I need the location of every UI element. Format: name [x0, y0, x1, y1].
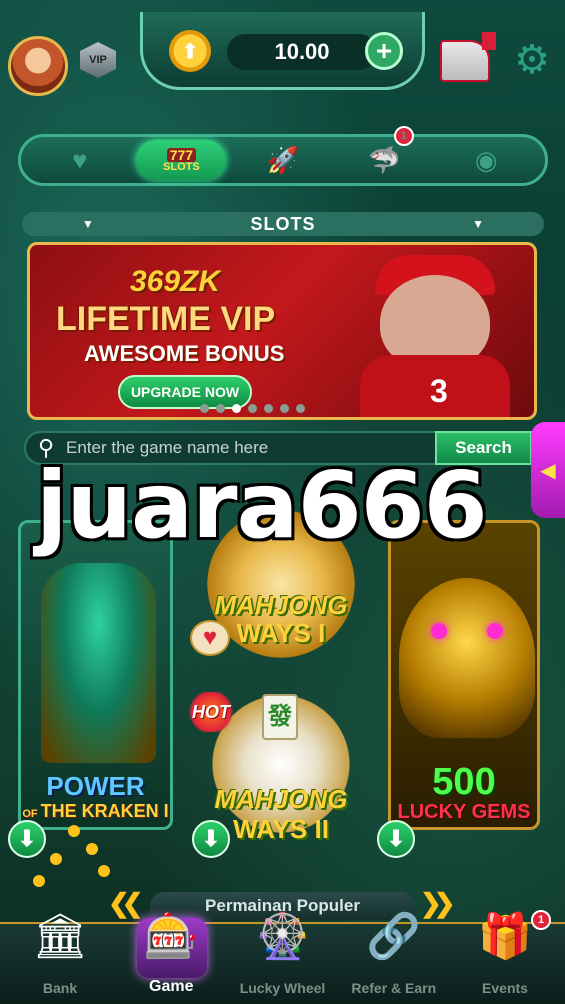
chevron-down-icon: ▼: [472, 217, 484, 231]
tab-slots[interactable]: 777 SLOTS: [136, 140, 227, 180]
table-game-icon: ◉: [474, 144, 498, 175]
mailbox-icon[interactable]: [440, 32, 496, 82]
nav-refer-earn[interactable]: 🔗 Refer & Earn: [340, 912, 448, 1004]
bank-icon: 🏛: [32, 912, 88, 961]
tab-favorites[interactable]: ♥: [35, 140, 125, 180]
bull-mascot-image: 3: [320, 255, 530, 417]
nav-label: Bank: [42, 980, 78, 996]
section-title: SLOTS: [250, 213, 316, 234]
nav-label: Lucky Wheel: [239, 980, 326, 996]
balance-amount: 10.00: [227, 34, 377, 70]
carousel-dot[interactable]: [200, 404, 209, 413]
bottom-nav: 🏛 Bank 🎰 Game 🎡 Lucky Wheel 🔗 Refer & Ea…: [0, 910, 565, 1004]
balance-panel: ⬆ 10.00 +: [140, 12, 425, 90]
game-title: POWER: [46, 771, 145, 801]
jersey-number: 3: [430, 373, 448, 409]
chevron-down-icon: ▼: [82, 217, 94, 231]
game-subtitle: LUCKY GEMS: [397, 801, 531, 823]
chevron-left-icon[interactable]: ❮❮: [108, 888, 143, 919]
carousel-dot[interactable]: [232, 404, 241, 413]
section-header: ▼ SLOTS ▼: [22, 212, 544, 236]
nav-lucky-wheel[interactable]: 🎡 Lucky Wheel: [229, 912, 337, 1004]
side-drawer-toggle[interactable]: ◀: [531, 422, 565, 518]
game-title: MAHJONG: [214, 590, 348, 620]
notification-badge: 1: [531, 910, 551, 930]
golden-mask-artwork: [399, 578, 535, 738]
slot-machine-icon: 🎰: [143, 912, 199, 961]
nav-label: Refer & Earn: [351, 980, 437, 996]
slots-number: 777: [166, 147, 197, 162]
notification-badge: 1: [393, 126, 414, 146]
gear-icon[interactable]: ⚙: [508, 36, 556, 84]
nav-game[interactable]: 🎰 Game: [117, 912, 225, 1004]
coins-decoration: [28, 825, 128, 895]
carousel-dot[interactable]: [264, 404, 273, 413]
download-icon: ⬇: [386, 826, 406, 851]
slots-icon: 777 SLOTS: [163, 147, 200, 173]
mahjong-tile-icon: 發: [262, 694, 298, 740]
favorite-heart-icon[interactable]: ♥: [190, 620, 230, 656]
carousel-dots: [200, 404, 305, 413]
plus-icon: +: [375, 35, 393, 66]
add-funds-button[interactable]: +: [365, 32, 403, 70]
avatar[interactable]: [8, 36, 68, 96]
game-title-bottom: THE KRAKEN I: [40, 801, 169, 821]
download-button[interactable]: ⬇: [377, 820, 415, 858]
nav-label: Game: [149, 978, 194, 995]
category-bar: ♥ 777 SLOTS 🚀 🦈 1 ◉: [18, 126, 548, 186]
wheel-icon: 🎡: [255, 912, 310, 961]
tab-fishing[interactable]: 🦈 1: [340, 126, 430, 180]
kraken-artwork: [41, 563, 156, 763]
game-title: MAHJONG: [214, 784, 348, 814]
nav-events[interactable]: 🎁 1 Events: [451, 910, 559, 1004]
tab-table[interactable]: ◉: [441, 140, 531, 180]
watermark-text: juara666: [36, 452, 488, 559]
coin-icon: ⬆: [169, 30, 211, 72]
game-subtitle: OF THE KRAKEN I: [21, 801, 170, 822]
rocket-icon: 🚀: [266, 144, 300, 175]
mask-eyes: [431, 623, 503, 639]
shark-icon: 🦈: [368, 144, 401, 175]
game-card-lucky-gems[interactable]: 500 LUCKY GEMS: [388, 520, 540, 830]
carousel-dot[interactable]: [216, 404, 225, 413]
gift-icon: 🎁: [477, 912, 533, 961]
nav-label: Events: [482, 980, 528, 996]
tab-crash[interactable]: 🚀: [238, 140, 328, 180]
slots-label: SLOTS: [163, 160, 200, 173]
game-title: 500: [432, 761, 496, 803]
game-card-kraken[interactable]: POWER OF THE KRAKEN I: [18, 520, 173, 830]
nav-bank[interactable]: 🏛 Bank: [6, 912, 114, 1004]
game-title-of: OF: [22, 808, 38, 820]
vip-label: VIP: [89, 54, 107, 66]
carousel-dot[interactable]: [280, 404, 289, 413]
hot-badge: HOT: [186, 692, 236, 732]
download-button[interactable]: ⬇: [192, 820, 230, 858]
carousel-dot[interactable]: [248, 404, 257, 413]
chevron-left-icon: ◀: [540, 459, 556, 482]
download-icon: ⬇: [201, 826, 221, 851]
carousel-dot[interactable]: [296, 404, 305, 413]
promo-banner[interactable]: 369ZK LIFETIME VIP AWESOME BONUS UPGRADE…: [27, 242, 537, 420]
banner-subheadline: AWESOME BONUS: [84, 341, 285, 366]
heart-icon: ♥: [72, 144, 88, 175]
share-icon: 🔗: [366, 912, 422, 961]
banner-headline: LIFETIME VIP: [56, 300, 276, 338]
banner-brand: 369ZK: [130, 265, 221, 298]
